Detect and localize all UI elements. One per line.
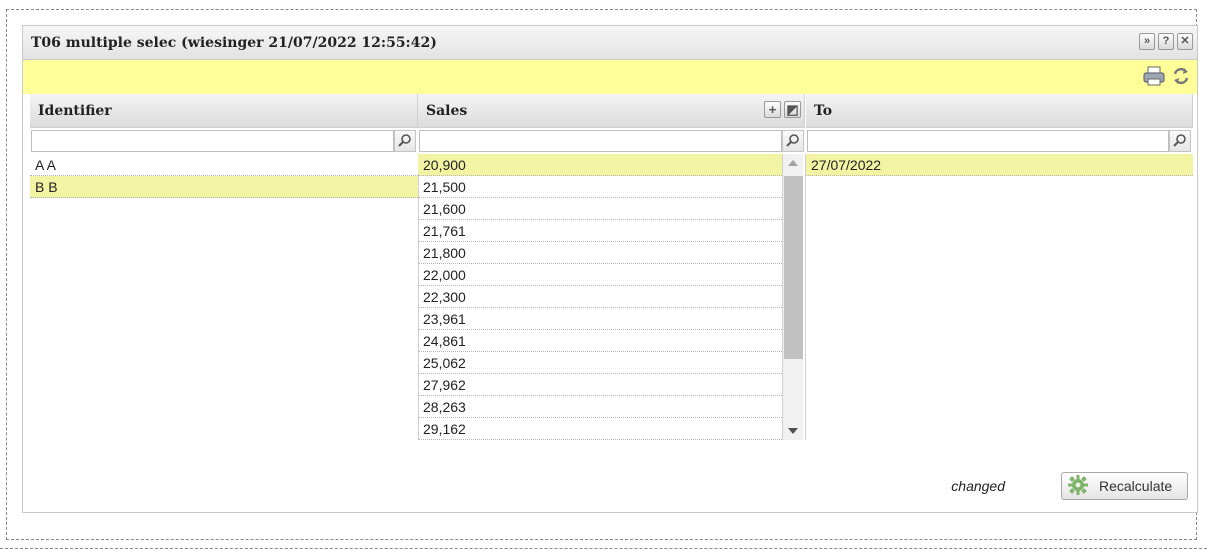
to-list: 27/07/2022 [806, 154, 1193, 178]
recalculate-label: Recalculate [1099, 478, 1173, 494]
print-icon[interactable] [1143, 66, 1165, 89]
sales-filter-input[interactable] [420, 131, 781, 151]
identifier-header-label: Identifier [38, 103, 112, 119]
search-icon [786, 133, 800, 150]
outer-divider [0, 548, 1207, 549]
panel-titlebar: T06 multiple selec (wiesinger 21/07/2022… [23, 26, 1197, 60]
title-buttons: » ? ✕ [1139, 33, 1193, 50]
sales-row[interactable]: 21,600 [418, 198, 782, 220]
identifier-column: Identifier A A B B [30, 94, 418, 440]
report-panel: T06 multiple selec (wiesinger 21/07/2022… [22, 25, 1198, 513]
sales-header: Sales + ◩ [418, 94, 805, 128]
sales-row[interactable]: 21,800 [418, 242, 782, 264]
select-all-button[interactable]: ◩ [784, 101, 801, 118]
to-header: To [806, 94, 1193, 128]
add-button[interactable]: + [764, 101, 781, 118]
sales-search-button[interactable] [782, 130, 804, 152]
panel-title: T06 multiple selec (wiesinger 21/07/2022… [31, 35, 437, 51]
toolbar [23, 60, 1197, 94]
sales-scrollbar[interactable] [783, 154, 803, 440]
gear-icon [1067, 474, 1089, 499]
sales-row-selected[interactable]: 20,900 [418, 154, 782, 176]
expand-button[interactable]: » [1139, 33, 1155, 50]
sales-row[interactable]: 22,000 [418, 264, 782, 286]
identifier-row[interactable]: A A [30, 154, 418, 176]
to-column: To 27/07/2022 [806, 94, 1193, 440]
search-icon [398, 133, 412, 150]
sales-row[interactable]: 21,761 [418, 220, 782, 242]
sales-row[interactable]: 29,162 [418, 418, 782, 440]
sales-row[interactable]: 27,962 [418, 374, 782, 396]
scroll-thumb[interactable] [784, 176, 803, 359]
to-filter-input[interactable] [808, 131, 1168, 151]
status-text: changed [951, 478, 1005, 494]
refresh-icon[interactable] [1171, 66, 1191, 89]
sales-header-label: Sales [426, 103, 468, 119]
sales-row[interactable]: 24,861 [418, 330, 782, 352]
sales-row[interactable]: 25,062 [418, 352, 782, 374]
to-filter[interactable] [807, 130, 1169, 152]
sales-row[interactable]: 23,961 [418, 308, 782, 330]
selection-grid: Identifier A A B B Sales + ◩ 20,900 21,5… [30, 94, 1193, 440]
recalculate-button[interactable]: Recalculate [1061, 472, 1188, 500]
help-button[interactable]: ? [1158, 33, 1174, 50]
identifier-filter-input[interactable] [32, 131, 393, 151]
sales-row[interactable]: 22,300 [418, 286, 782, 308]
sales-row[interactable]: 28,263 [418, 396, 782, 418]
scroll-up-arrow-icon[interactable] [783, 154, 803, 172]
close-button[interactable]: ✕ [1177, 33, 1193, 50]
identifier-list: A A B B [30, 154, 418, 200]
identifier-row-selected[interactable]: B B [30, 176, 418, 198]
to-search-button[interactable] [1169, 130, 1191, 152]
identifier-header: Identifier [30, 94, 418, 128]
sales-row[interactable]: 21,500 [418, 176, 782, 198]
toolbar-icons [1143, 66, 1191, 89]
search-icon [1173, 133, 1187, 150]
identifier-filter[interactable] [31, 130, 394, 152]
identifier-search-button[interactable] [394, 130, 416, 152]
sales-list: 20,900 21,500 21,600 21,761 21,800 22,00… [418, 154, 783, 440]
scroll-down-arrow-icon[interactable] [783, 422, 803, 440]
to-header-label: To [814, 103, 833, 119]
sales-filter[interactable] [419, 130, 782, 152]
sales-column: Sales + ◩ 20,900 21,500 21,600 21,761 21… [418, 94, 805, 440]
sales-header-buttons: + ◩ [764, 101, 801, 118]
to-row-selected[interactable]: 27/07/2022 [806, 154, 1193, 176]
